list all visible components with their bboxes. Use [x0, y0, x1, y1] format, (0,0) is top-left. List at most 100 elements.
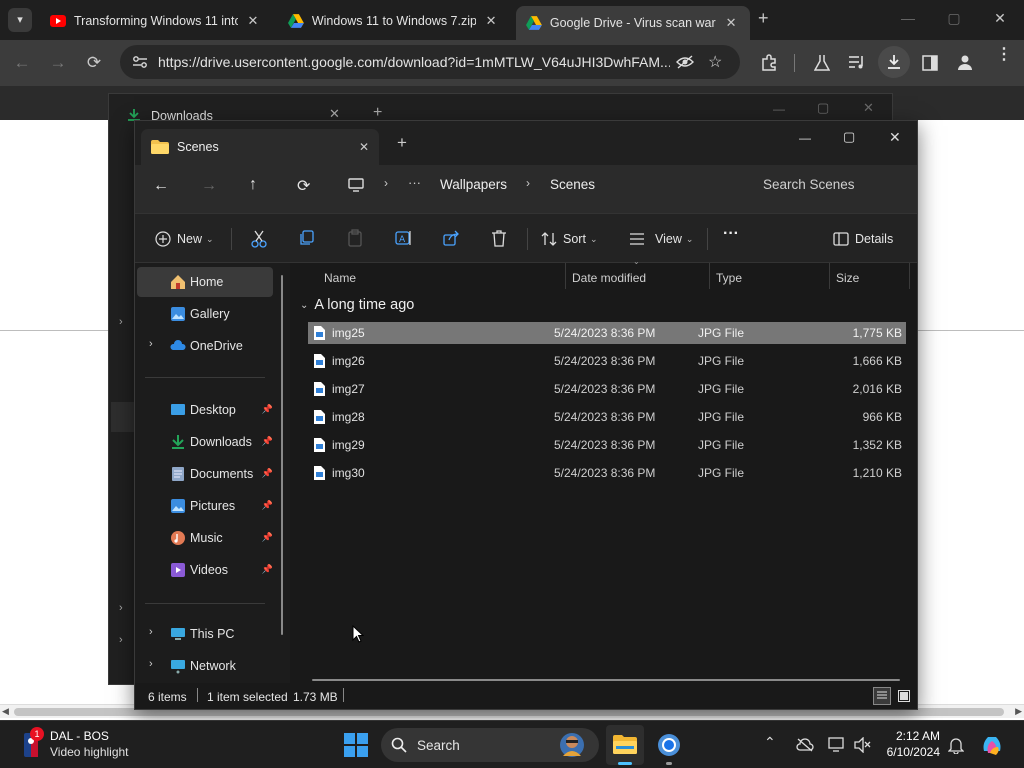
- new-tab-button[interactable]: +: [758, 8, 769, 29]
- close-tab-icon[interactable]: ✕: [359, 140, 369, 154]
- close-tab-icon[interactable]: ✕: [244, 13, 262, 29]
- close-tab-icon[interactable]: ✕: [482, 13, 500, 29]
- column-separator[interactable]: [829, 263, 830, 289]
- taskbar-chrome[interactable]: [650, 725, 688, 765]
- bookmark-star-icon[interactable]: ☆: [708, 52, 722, 72]
- chevron-down-icon[interactable]: ⌄: [300, 300, 308, 311]
- taskbar-file-explorer[interactable]: [606, 725, 644, 765]
- extensions-puzzle-icon[interactable]: [760, 54, 778, 72]
- table-row[interactable]: img25 5/24/2023 8:36 PM JPG File 1,775 K…: [308, 322, 906, 344]
- up-arrow-icon[interactable]: ↑: [249, 176, 257, 194]
- nav-item-onedrive[interactable]: › OneDrive: [137, 331, 273, 361]
- browser-tab-zip[interactable]: Windows 11 to Windows 7.zip ✕: [278, 6, 510, 36]
- taskbar-search-box[interactable]: Search: [381, 728, 599, 762]
- pin-icon[interactable]: 📌: [262, 436, 273, 447]
- clock-time[interactable]: 2:12 AM: [880, 729, 940, 743]
- tracking-protection-eye-icon[interactable]: [676, 55, 694, 69]
- details-button[interactable]: Details: [833, 227, 893, 251]
- downloads-button[interactable]: [878, 46, 910, 78]
- computer-icon[interactable]: [348, 178, 364, 192]
- back-arrow-icon[interactable]: ←: [10, 52, 34, 76]
- forward-arrow-icon[interactable]: →: [201, 177, 217, 195]
- table-row[interactable]: img28 5/24/2023 8:36 PM JPG File 966 KB: [308, 406, 906, 428]
- column-separator[interactable]: [565, 263, 566, 289]
- minimize-icon[interactable]: —: [898, 10, 918, 26]
- notification-bell-icon[interactable]: [948, 736, 964, 754]
- copy-icon[interactable]: [299, 230, 315, 246]
- network-monitor-icon[interactable]: [828, 737, 846, 753]
- pin-icon[interactable]: 📌: [262, 500, 273, 511]
- chevron-right-icon[interactable]: ›: [526, 176, 530, 190]
- pin-icon[interactable]: 📌: [262, 468, 273, 479]
- chevron-right-icon[interactable]: ›: [149, 626, 153, 638]
- column-separator[interactable]: [909, 263, 910, 289]
- close-window-icon[interactable]: ✕: [863, 100, 874, 116]
- see-more-icon[interactable]: ···: [723, 225, 739, 243]
- back-arrow-icon[interactable]: ←: [153, 177, 169, 195]
- rename-icon[interactable]: A: [395, 230, 413, 246]
- labs-flask-icon[interactable]: [814, 54, 830, 72]
- copilot-icon[interactable]: [980, 733, 1004, 757]
- scroll-left-arrow-icon[interactable]: ◀: [2, 706, 9, 717]
- minimize-icon[interactable]: —: [799, 131, 811, 145]
- view-button[interactable]: View ⌄: [629, 227, 693, 251]
- widgets-button[interactable]: 1 DAL - BOS Video highlight: [22, 727, 152, 763]
- sort-button[interactable]: Sort ⌄: [541, 227, 597, 251]
- new-tab-icon[interactable]: +: [397, 133, 407, 153]
- close-tab-icon[interactable]: ✕: [722, 15, 740, 31]
- tiles-view-toggle[interactable]: [895, 687, 913, 705]
- table-row[interactable]: img30 5/24/2023 8:36 PM JPG File 1,210 K…: [308, 462, 906, 484]
- cut-icon[interactable]: [251, 230, 267, 248]
- nav-item-downloads[interactable]: Downloads 📌: [137, 427, 273, 457]
- chevron-right-icon[interactable]: ›: [119, 602, 123, 614]
- breadcrumb-item-scenes[interactable]: Scenes: [550, 177, 595, 192]
- volume-muted-icon[interactable]: [854, 737, 872, 753]
- chevron-right-icon[interactable]: ›: [384, 176, 388, 190]
- column-separator[interactable]: [709, 263, 710, 289]
- nav-item-gallery[interactable]: Gallery: [137, 299, 273, 329]
- nav-item-videos[interactable]: Videos 📌: [137, 555, 273, 585]
- column-header-size[interactable]: Size: [836, 271, 859, 285]
- tab-search-button[interactable]: ▾: [8, 8, 32, 32]
- maximize-icon[interactable]: ▢: [944, 10, 964, 27]
- chevron-right-icon[interactable]: ›: [149, 338, 153, 350]
- search-box[interactable]: Search Scenes: [749, 168, 917, 200]
- nav-item-pictures[interactable]: Pictures 📌: [137, 491, 273, 521]
- share-icon[interactable]: [443, 230, 459, 246]
- table-row[interactable]: img26 5/24/2023 8:36 PM JPG File 1,666 K…: [308, 350, 906, 372]
- breadcrumb-item-wallpapers[interactable]: Wallpapers: [440, 177, 507, 192]
- scroll-right-arrow-icon[interactable]: ▶: [1015, 706, 1022, 717]
- table-row[interactable]: img29 5/24/2023 8:36 PM JPG File 1,352 K…: [308, 434, 906, 456]
- table-row[interactable]: img27 5/24/2023 8:36 PM JPG File 2,016 K…: [308, 378, 906, 400]
- delete-icon[interactable]: [491, 229, 507, 247]
- address-bar[interactable]: https://drive.usercontent.google.com/dow…: [120, 45, 740, 79]
- forward-arrow-icon[interactable]: →: [46, 52, 70, 76]
- column-header-type[interactable]: Type: [716, 271, 742, 285]
- profile-icon[interactable]: [957, 54, 973, 70]
- close-window-icon[interactable]: ✕: [889, 129, 901, 146]
- minimize-icon[interactable]: —: [773, 102, 785, 116]
- windows-start-icon[interactable]: [344, 733, 368, 757]
- new-button[interactable]: New ⌄: [155, 227, 214, 251]
- column-header-date-modified[interactable]: Date modified: [572, 271, 646, 285]
- chevron-right-icon[interactable]: ›: [119, 634, 123, 646]
- reload-icon[interactable]: ⟳: [82, 52, 106, 76]
- more-locations-icon[interactable]: ···: [408, 175, 421, 190]
- paste-icon[interactable]: [347, 229, 363, 247]
- group-header[interactable]: ⌄ A long time ago: [300, 297, 414, 313]
- side-panel-icon[interactable]: [922, 55, 938, 71]
- nav-item-desktop[interactable]: Desktop 📌: [137, 395, 273, 425]
- pin-icon[interactable]: 📌: [262, 532, 273, 543]
- browser-tab-youtube[interactable]: Transforming Windows 11 into ✕: [40, 6, 272, 36]
- pin-icon[interactable]: 📌: [262, 404, 273, 415]
- chevron-right-icon[interactable]: ›: [119, 316, 123, 328]
- refresh-icon[interactable]: ⟳: [297, 176, 310, 196]
- maximize-icon[interactable]: ▢: [843, 129, 855, 145]
- close-window-icon[interactable]: ✕: [990, 10, 1010, 27]
- chevron-up-icon[interactable]: ⌃: [764, 734, 776, 751]
- address-breadcrumb[interactable]: › ··· Wallpapers › Scenes: [335, 168, 741, 200]
- nav-item-music[interactable]: Music 📌: [137, 523, 273, 553]
- pin-icon[interactable]: 📌: [262, 564, 273, 575]
- nav-scrollbar[interactable]: [281, 275, 283, 635]
- horizontal-scrollbar[interactable]: [312, 679, 900, 681]
